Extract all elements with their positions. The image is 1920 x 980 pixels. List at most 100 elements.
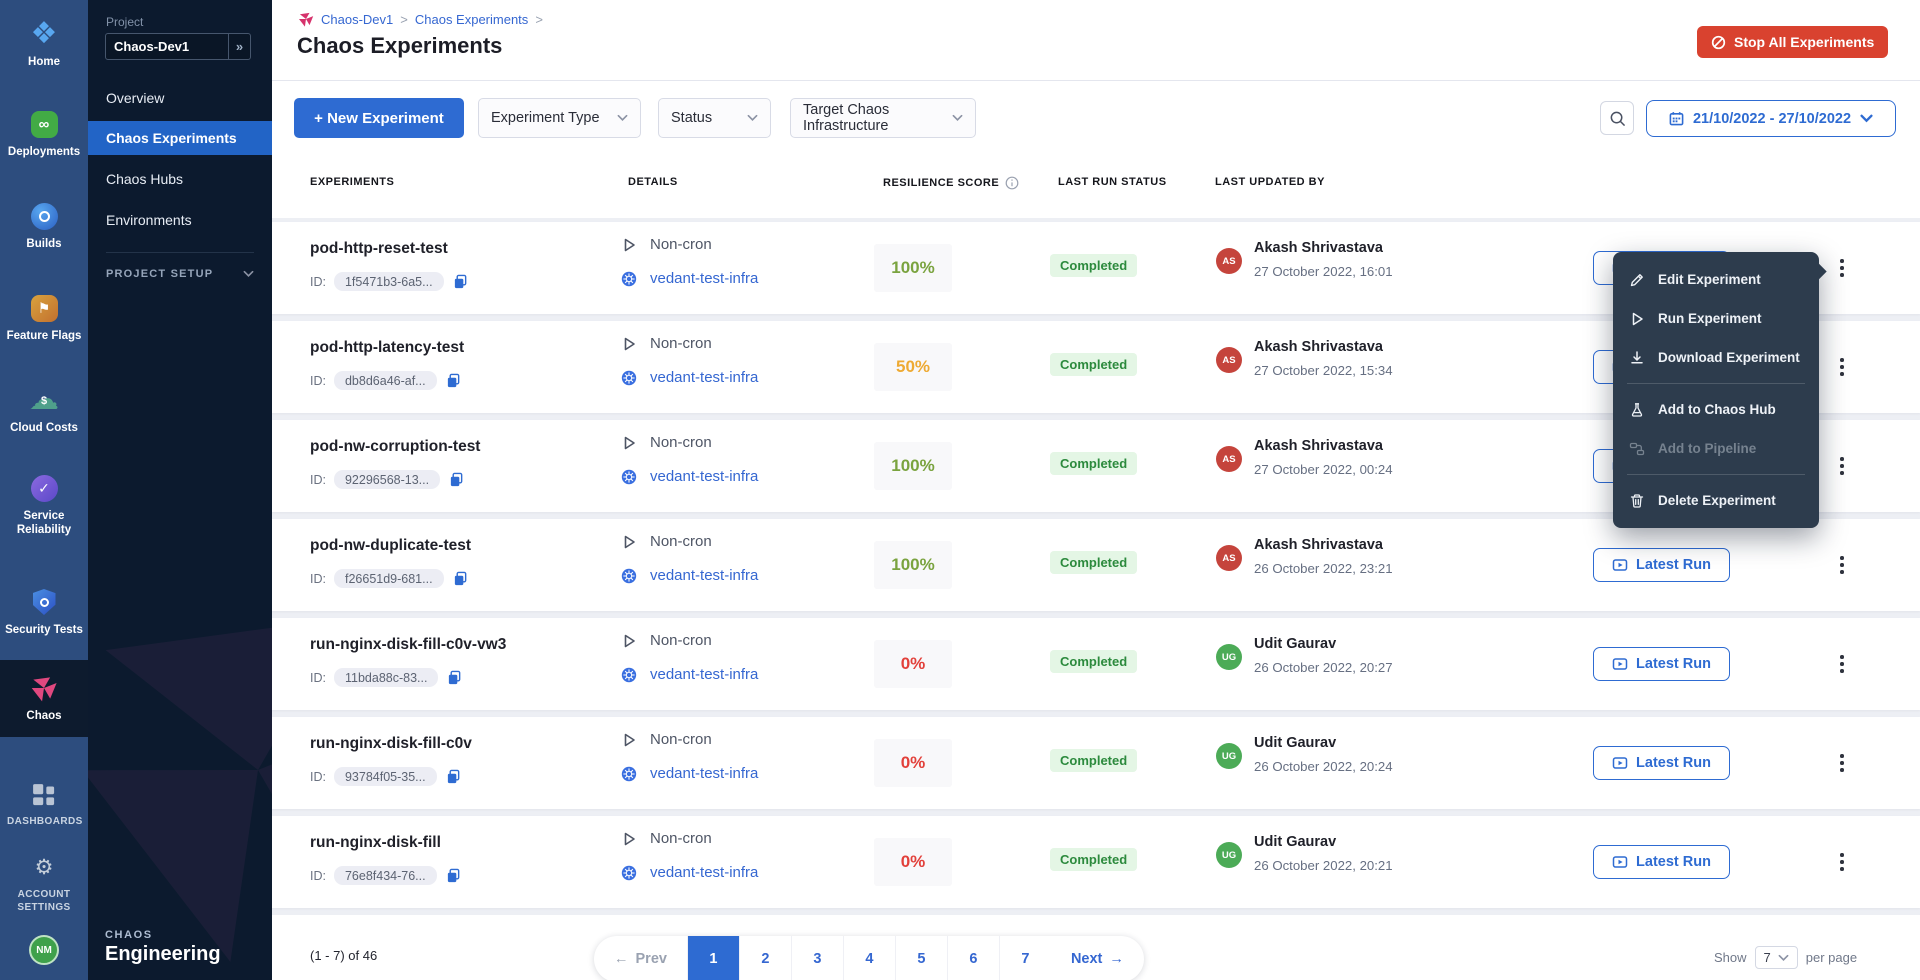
table-header-row: EXPERIMENTS DETAILS RESILIENCE SCORE LAS… xyxy=(272,176,1920,196)
sidebar-item-chaos-hubs[interactable]: Chaos Hubs xyxy=(88,162,272,196)
expand-project-icon[interactable]: » xyxy=(228,34,250,59)
copy-icon[interactable] xyxy=(453,274,468,289)
sidebar-item-overview[interactable]: Overview xyxy=(88,81,272,115)
latest-run-icon xyxy=(1612,854,1628,870)
security-tests-icon xyxy=(33,588,56,616)
avatar: UG xyxy=(1216,644,1242,670)
experiment-name[interactable]: run-nginx-disk-fill xyxy=(310,834,441,852)
sidebar-module-builds[interactable]: Builds xyxy=(0,196,88,257)
product-footer: CHAOS Engineering xyxy=(105,929,221,966)
project-setup-toggle[interactable]: PROJECT SETUP xyxy=(106,268,254,280)
menu-item-download-experiment[interactable]: Download Experiment xyxy=(1613,338,1819,377)
updated-date: 26 October 2022, 23:21 xyxy=(1254,561,1393,576)
menu-item-edit-experiment[interactable]: Edit Experiment xyxy=(1613,260,1819,299)
row-context-menu: Edit Experiment Run Experiment Download … xyxy=(1613,252,1819,528)
latest-run-button[interactable]: Latest Run xyxy=(1593,746,1730,780)
infrastructure-link[interactable]: vedant-test-infra xyxy=(650,567,758,584)
infrastructure-link[interactable]: vedant-test-infra xyxy=(650,369,758,386)
page-number-button[interactable]: 7 xyxy=(999,936,1051,980)
infrastructure-link[interactable]: vedant-test-infra xyxy=(650,270,758,287)
menu-item-delete-experiment[interactable]: Delete Experiment xyxy=(1613,481,1819,520)
chaos-watermark-icon xyxy=(88,570,272,970)
experiment-type: Non-cron xyxy=(650,335,712,352)
breadcrumb-link[interactable]: Chaos Experiments xyxy=(415,12,528,27)
search-button[interactable] xyxy=(1600,101,1634,135)
resilience-score: 50% xyxy=(896,357,930,377)
row-menu-button[interactable] xyxy=(1832,549,1852,581)
experiment-name[interactable]: pod-nw-duplicate-test xyxy=(310,537,471,555)
status-badge: Completed xyxy=(1050,551,1137,574)
module-sidebar: ❖ Home ∞ Deployments Builds ⚑ Feature Fl… xyxy=(0,0,88,980)
sidebar-module-dashboards[interactable]: DASHBOARDS xyxy=(0,775,88,835)
sidebar-module-chaos[interactable]: Chaos xyxy=(0,660,88,737)
row-menu-button[interactable] xyxy=(1832,648,1852,680)
copy-icon[interactable] xyxy=(446,868,461,883)
table-row: run-nginx-disk-fill ID: 76e8f434-76... N… xyxy=(272,816,1920,908)
sidebar-module-cloud-costs[interactable]: ☁$ Cloud Costs xyxy=(0,380,88,441)
new-experiment-button[interactable]: + New Experiment xyxy=(294,98,464,138)
experiment-name[interactable]: pod-nw-corruption-test xyxy=(310,438,480,456)
copy-icon[interactable] xyxy=(446,373,461,388)
sidebar-item-environments[interactable]: Environments xyxy=(88,203,272,237)
per-page-select[interactable]: 7 xyxy=(1755,946,1798,969)
resilience-score-box: 50% xyxy=(874,343,952,391)
page-number-button[interactable]: 1 xyxy=(687,936,739,980)
page-number-button[interactable]: 4 xyxy=(843,936,895,980)
next-page-button[interactable]: Next → xyxy=(1051,936,1144,980)
user-avatar[interactable]: NM xyxy=(29,935,59,965)
dashboards-icon xyxy=(30,781,58,809)
sidebar-module-deployments[interactable]: ∞ Deployments xyxy=(0,104,88,165)
feature-flags-icon: ⚑ xyxy=(31,294,58,322)
infrastructure-link[interactable]: vedant-test-infra xyxy=(650,666,758,683)
project-selector[interactable]: Chaos-Dev1 » xyxy=(105,33,251,60)
menu-item-add-to-chaos-hub[interactable]: Add to Chaos Hub xyxy=(1613,390,1819,429)
builds-icon xyxy=(31,202,58,230)
filter-dropdown-status[interactable]: Status xyxy=(658,98,771,138)
filter-dropdown-target-chaos-infrastructure[interactable]: Target Chaos Infrastructure xyxy=(790,98,976,138)
experiment-name[interactable]: pod-http-latency-test xyxy=(310,339,464,357)
experiment-name[interactable]: run-nginx-disk-fill-c0v xyxy=(310,735,472,753)
row-menu-button[interactable] xyxy=(1832,450,1852,482)
sidebar-module-security-tests[interactable]: Security Tests xyxy=(0,582,88,643)
infrastructure-link[interactable]: vedant-test-infra xyxy=(650,765,758,782)
play-icon xyxy=(621,435,637,451)
copy-icon[interactable] xyxy=(447,670,462,685)
infrastructure-link[interactable]: vedant-test-infra xyxy=(650,468,758,485)
table-row: pod-nw-duplicate-test ID: f26651d9-681..… xyxy=(272,519,1920,611)
copy-icon[interactable] xyxy=(453,571,468,586)
experiment-type: Non-cron xyxy=(650,533,712,550)
row-menu-button[interactable] xyxy=(1832,846,1852,878)
experiment-type: Non-cron xyxy=(650,632,712,649)
stop-all-experiments-button[interactable]: Stop All Experiments xyxy=(1697,26,1888,58)
copy-icon[interactable] xyxy=(446,769,461,784)
sidebar-module-service-reliability[interactable]: ✓ Service Reliability xyxy=(0,468,88,544)
page-number-button[interactable]: 6 xyxy=(947,936,999,980)
status-badge: Completed xyxy=(1050,254,1137,277)
sidebar-module-account-settings[interactable]: ⚙ ACCOUNT SETTINGS xyxy=(0,848,88,920)
breadcrumb-link[interactable]: Chaos-Dev1 xyxy=(321,12,393,27)
page-number-button[interactable]: 5 xyxy=(895,936,947,980)
resilience-score: 100% xyxy=(891,555,934,575)
sidebar-item-chaos-experiments[interactable]: Chaos Experiments xyxy=(88,121,272,155)
prev-page-button[interactable]: ← Prev xyxy=(594,936,687,980)
latest-run-button[interactable]: Latest Run xyxy=(1593,647,1730,681)
breadcrumb-separator: > xyxy=(535,12,543,27)
row-menu-button[interactable] xyxy=(1832,747,1852,779)
page-number-button[interactable]: 2 xyxy=(739,936,791,980)
row-menu-button[interactable] xyxy=(1832,351,1852,383)
info-icon[interactable] xyxy=(1005,176,1019,190)
menu-item-run-experiment[interactable]: Run Experiment xyxy=(1613,299,1819,338)
row-menu-button[interactable] xyxy=(1832,252,1852,284)
sidebar-module-home[interactable]: ❖ Home xyxy=(0,14,88,75)
copy-icon[interactable] xyxy=(449,472,464,487)
filter-dropdown-experiment-type[interactable]: Experiment Type xyxy=(478,98,641,138)
latest-run-button[interactable]: Latest Run xyxy=(1593,548,1730,582)
sidebar-module-feature-flags[interactable]: ⚑ Feature Flags xyxy=(0,288,88,349)
experiment-name[interactable]: run-nginx-disk-fill-c0v-vw3 xyxy=(310,636,506,654)
page-number-button[interactable]: 3 xyxy=(791,936,843,980)
infrastructure-link[interactable]: vedant-test-infra xyxy=(650,864,758,881)
experiment-name[interactable]: pod-http-reset-test xyxy=(310,240,448,258)
latest-run-button[interactable]: Latest Run xyxy=(1593,845,1730,879)
date-range-picker[interactable]: 21/10/2022 - 27/10/2022 xyxy=(1646,100,1896,137)
resilience-score: 100% xyxy=(891,456,934,476)
